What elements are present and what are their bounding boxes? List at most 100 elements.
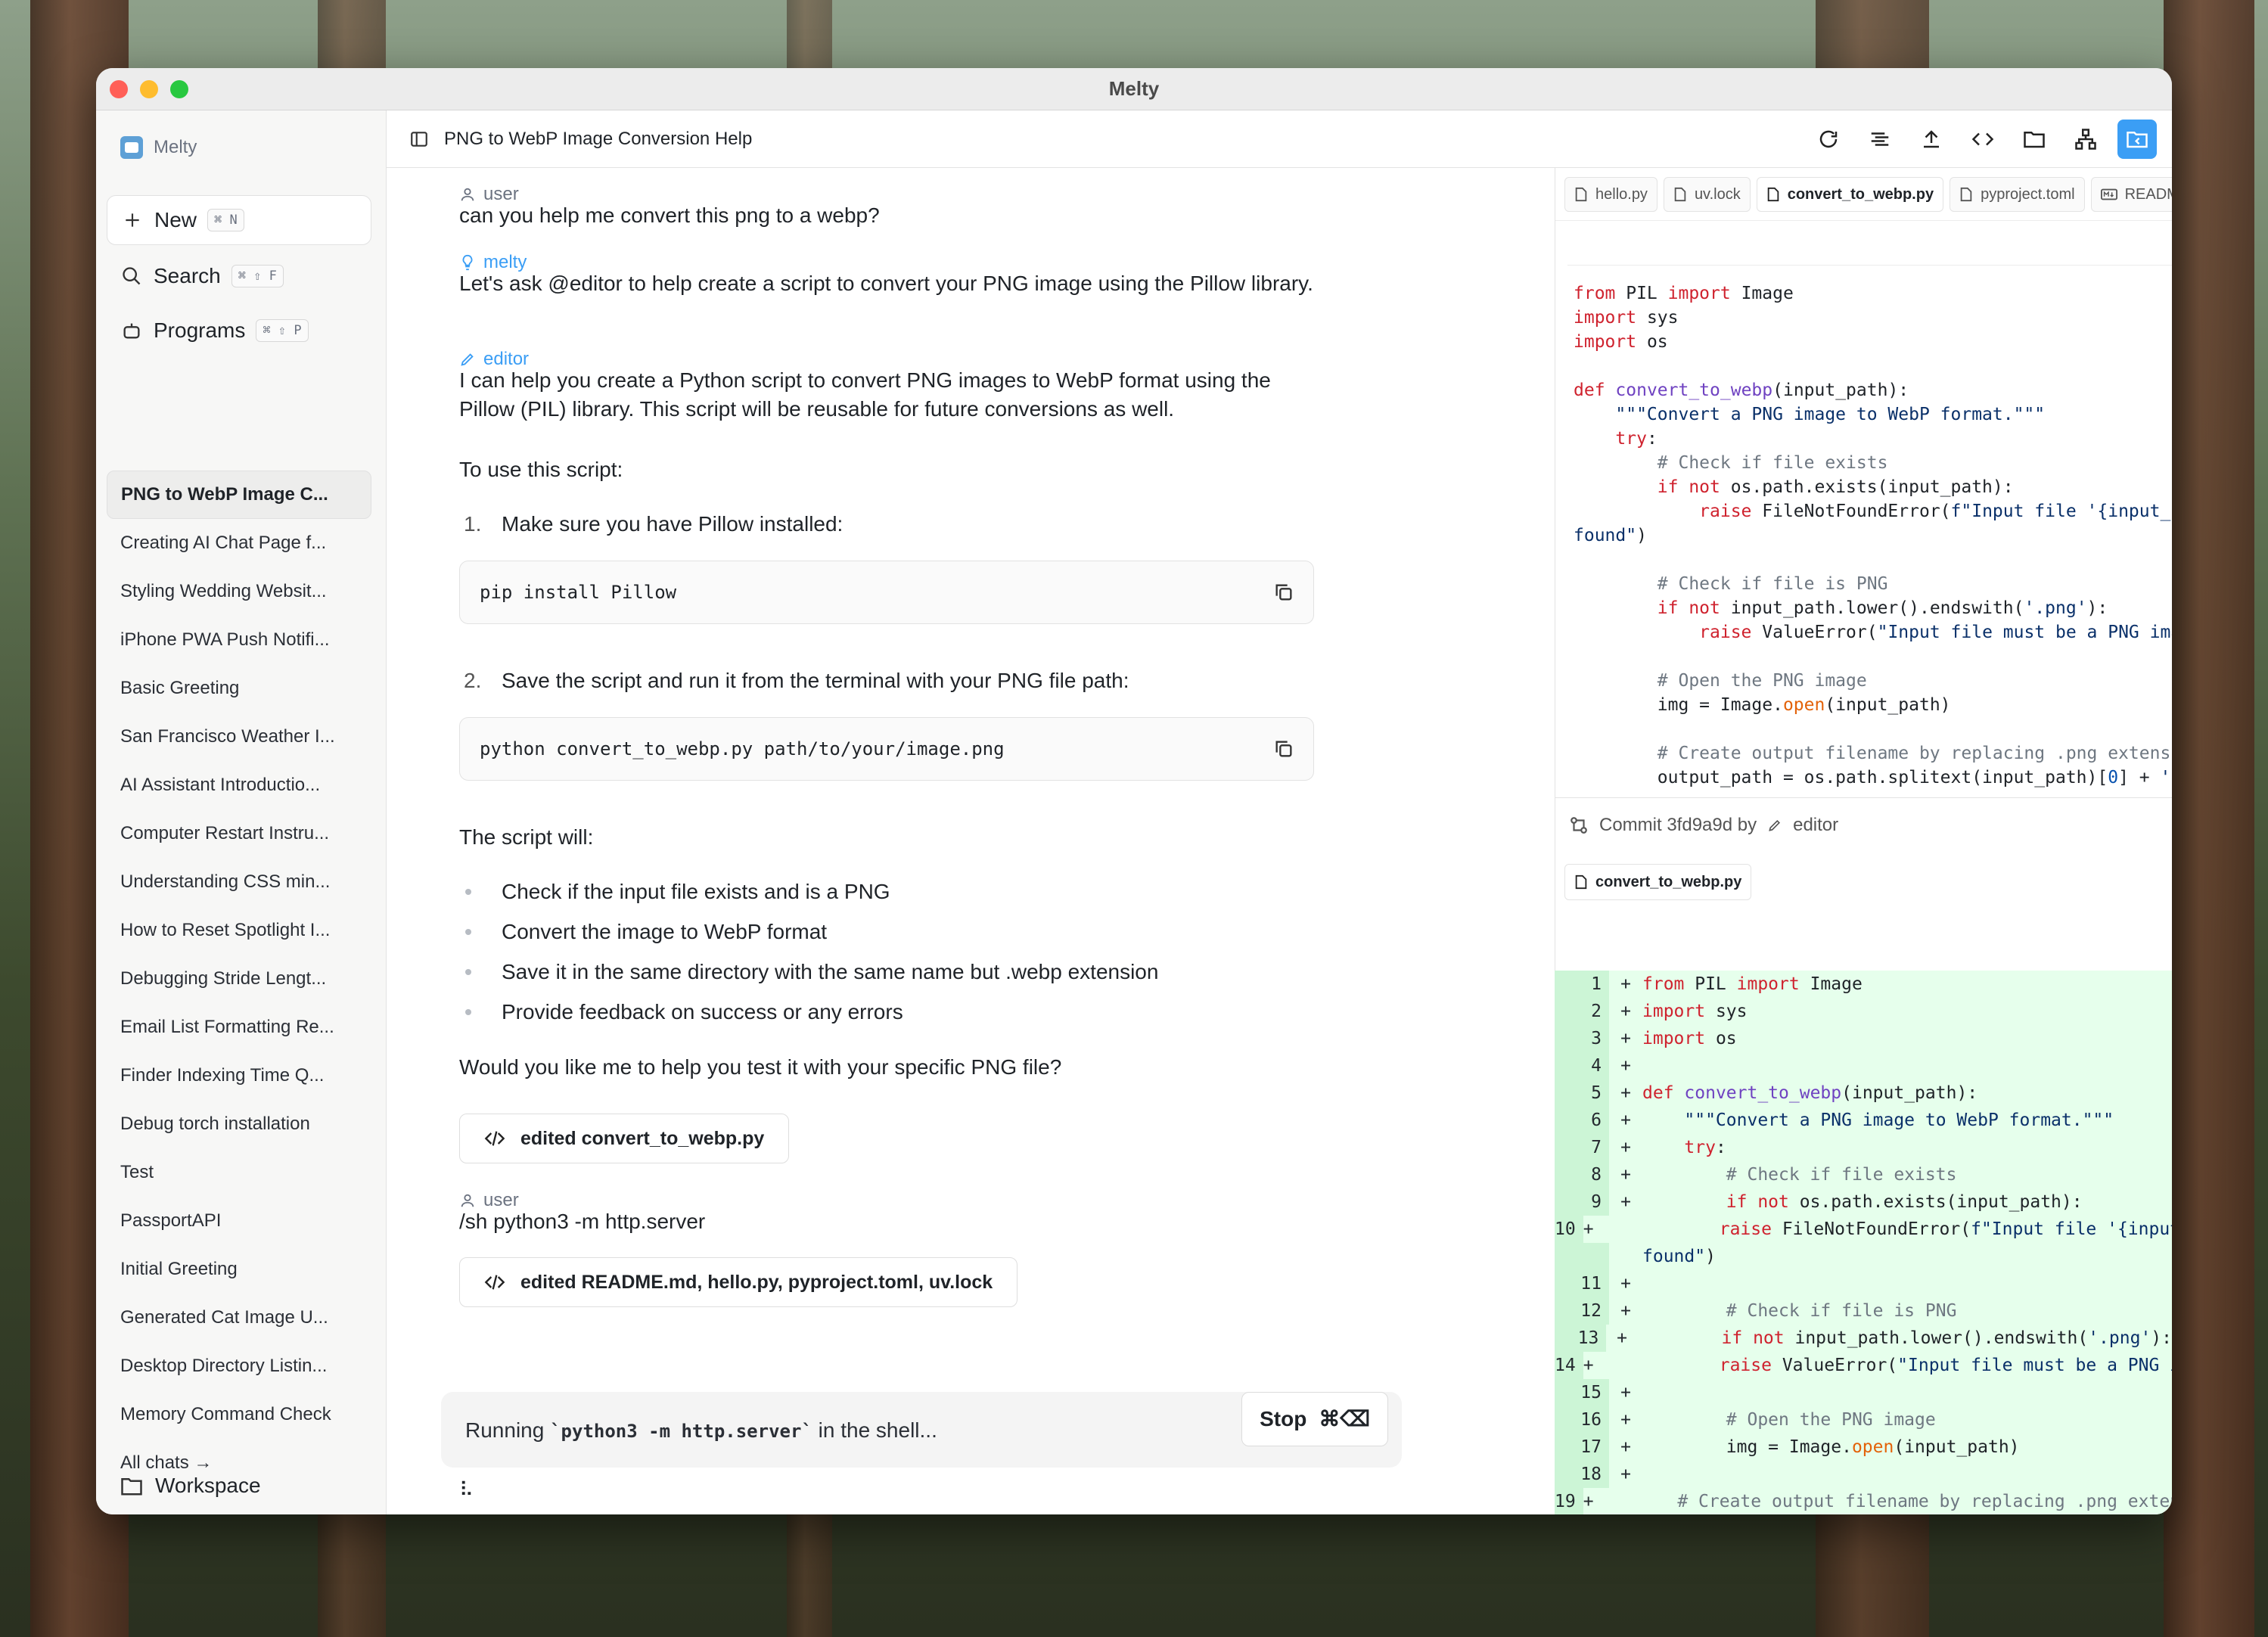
edited-files-button[interactable]: edited README.md, hello.py, pyproject.to… xyxy=(459,1257,1018,1307)
minimize-window-button[interactable] xyxy=(140,80,158,98)
zoom-window-button[interactable] xyxy=(170,80,188,98)
step-number: 2. xyxy=(464,669,482,692)
code-viewer: from PIL import Image import sys import … xyxy=(1574,284,2172,787)
commit-author: editor xyxy=(1793,814,1839,835)
page-title: PNG to WebP Image Conversion Help xyxy=(444,128,753,149)
diff-file-tab[interactable]: convert_to_webp.py xyxy=(1564,864,1752,900)
chat-item[interactable]: Email List Formatting Re... xyxy=(107,1003,371,1051)
chat-item[interactable]: iPhone PWA Push Notifi... xyxy=(107,616,371,664)
script-will-text: The script will: xyxy=(459,825,594,849)
programs-label: Programs xyxy=(154,318,246,342)
chat-item[interactable]: Generated Cat Image U... xyxy=(107,1294,371,1342)
chat-item[interactable]: Understanding CSS min... xyxy=(107,858,371,906)
bullet-dot xyxy=(465,889,471,895)
sidebar-toggle-icon[interactable] xyxy=(408,128,430,151)
chat-item[interactable]: Debug torch installation xyxy=(107,1100,371,1148)
step-text: Save the script and run it from the term… xyxy=(502,669,1129,692)
chat-item[interactable]: PNG to WebP Image C... xyxy=(107,471,371,519)
new-chat-button[interactable]: New ⌘ N xyxy=(107,195,371,245)
edited-file-button[interactable]: edited convert_to_webp.py xyxy=(459,1114,790,1163)
code-text: python convert_to_webp.py path/to/your/i… xyxy=(480,738,1005,759)
step-number: 1. xyxy=(464,512,482,536)
markdown-icon xyxy=(2100,188,2117,200)
list-button[interactable] xyxy=(1860,120,1900,159)
search-button[interactable]: Search ⌘ ⇧ F xyxy=(107,251,371,301)
stop-button[interactable]: Stop ⌘⌫ xyxy=(1241,1392,1388,1446)
chat-item[interactable]: Initial Greeting xyxy=(107,1245,371,1294)
file-icon xyxy=(1575,874,1587,890)
file-icon xyxy=(1767,187,1779,202)
lightbulb-icon xyxy=(462,254,473,271)
file-icon xyxy=(1960,187,1972,202)
list-item: Convert the image to WebP format xyxy=(502,920,828,943)
copy-button[interactable] xyxy=(1266,732,1301,766)
chat-item[interactable]: How to Reset Spotlight I... xyxy=(107,906,371,955)
chat-item[interactable]: Styling Wedding Websit... xyxy=(107,567,371,616)
workspace-label: Workspace xyxy=(155,1474,261,1497)
code-block: pip install Pillow xyxy=(459,561,1314,624)
bullet-dot xyxy=(465,1009,471,1015)
upload-button[interactable] xyxy=(1912,120,1951,159)
chat-item[interactable]: Memory Command Check xyxy=(107,1390,371,1439)
upload-icon xyxy=(1924,130,1939,148)
file-tab-active[interactable]: convert_to_webp.py xyxy=(1756,177,1944,212)
chat-item[interactable]: Basic Greeting xyxy=(107,664,371,713)
pencil-icon xyxy=(1769,819,1781,831)
user-icon xyxy=(461,1194,474,1207)
code-icon xyxy=(1971,132,1994,146)
chat-item[interactable]: Computer Restart Instru... xyxy=(107,809,371,858)
programs-shortcut: ⌘ ⇧ P xyxy=(256,319,309,342)
refresh-button[interactable] xyxy=(1809,120,1848,159)
file-icon xyxy=(1674,187,1686,202)
code-text: pip install Pillow xyxy=(480,582,677,603)
copy-button[interactable] xyxy=(1266,575,1301,610)
file-tab[interactable]: uv.lock xyxy=(1663,177,1751,212)
file-tabs: hello.py uv.lock convert_to_webp.py pypr… xyxy=(1555,168,2172,221)
commit-label: Commit 3fd9a9d by xyxy=(1599,814,1757,835)
melty-logo-icon xyxy=(120,136,143,159)
plus-icon xyxy=(121,209,144,231)
list-icon xyxy=(1871,132,1889,146)
folder-icon xyxy=(2024,132,2045,148)
bullet-dot xyxy=(465,969,471,975)
chat-item[interactable]: Creating AI Chat Page f... xyxy=(107,519,371,567)
user-message: can you help me convert this png to a we… xyxy=(459,203,880,227)
bullet-dot xyxy=(465,929,471,935)
chat-pane: user can you help me convert this png to… xyxy=(387,168,1555,1514)
chat-item[interactable]: Debugging Stride Lengt... xyxy=(107,955,371,1003)
step-text: Make sure you have Pillow installed: xyxy=(502,512,844,536)
chat-item[interactable]: San Francisco Weather I... xyxy=(107,713,371,761)
code-block: python convert_to_webp.py path/to/your/i… xyxy=(459,717,1314,781)
chat-item[interactable]: AI Assistant Introductio... xyxy=(107,761,371,809)
copy-icon xyxy=(1275,741,1292,757)
to-use-text: To use this script: xyxy=(459,458,623,481)
chat-item[interactable]: Finder Indexing Time Q... xyxy=(107,1051,371,1100)
stop-shortcut: ⌘⌫ xyxy=(1319,1407,1370,1430)
workspace-button[interactable]: Workspace xyxy=(120,1474,261,1498)
list-item: Check if the input file exists and is a … xyxy=(502,880,890,903)
loading-spinner: ⠧ xyxy=(459,1478,474,1501)
diff-view: 1 + from PIL import Image 2 + import sys 3 + i… xyxy=(1555,971,2172,1514)
search-shortcut: ⌘ ⇧ F xyxy=(231,265,284,287)
close-window-button[interactable] xyxy=(110,80,128,98)
title-bar: Melty xyxy=(96,68,2172,110)
folder-panel-icon xyxy=(2127,132,2148,148)
running-status: Running `python3 -m http.server` in the … xyxy=(441,1392,1402,1468)
file-tab[interactable]: hello.py xyxy=(1564,177,1658,212)
copy-icon xyxy=(1275,584,1292,601)
chat-item[interactable]: PassportAPI xyxy=(107,1197,371,1245)
folder-button[interactable] xyxy=(2015,120,2054,159)
file-tab[interactable]: pyproject.toml xyxy=(1950,177,2085,212)
chat-item[interactable]: Test xyxy=(107,1148,371,1197)
chat-item[interactable]: Desktop Directory Listin... xyxy=(107,1342,371,1390)
hierarchy-button[interactable] xyxy=(2066,120,2105,159)
code-button[interactable] xyxy=(1963,120,2002,159)
window-title: Melty xyxy=(1108,77,1160,100)
programs-button[interactable]: Programs ⌘ ⇧ P xyxy=(107,306,371,356)
new-shortcut: ⌘ N xyxy=(207,209,244,231)
code-icon xyxy=(484,1131,505,1146)
robot-icon xyxy=(120,319,143,342)
sidebar: Melty New ⌘ N Search ⌘ ⇧ F Programs ⌘ ⇧ … xyxy=(96,110,387,1514)
file-tab[interactable]: README.md xyxy=(2090,177,2172,212)
files-panel-toggle[interactable] xyxy=(2117,120,2157,159)
